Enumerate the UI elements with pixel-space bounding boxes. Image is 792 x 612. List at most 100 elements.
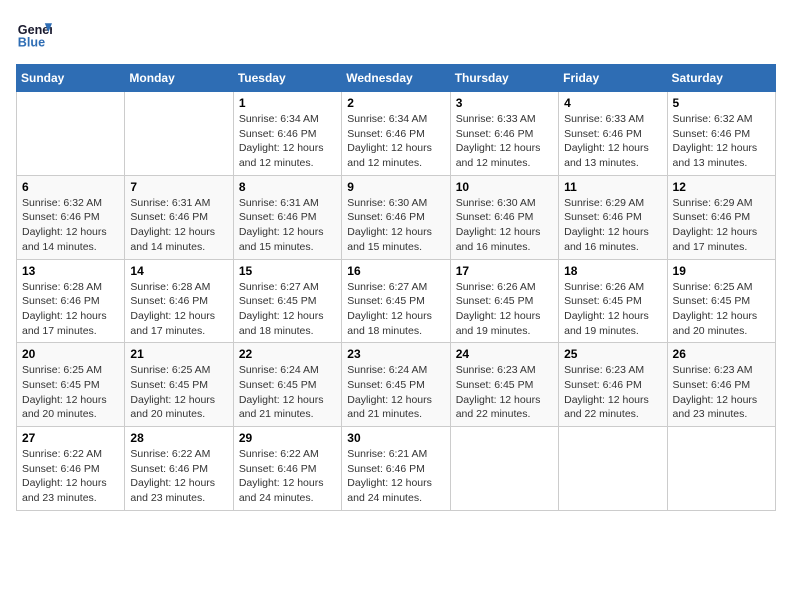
day-number: 22 <box>239 347 336 361</box>
logo: General Blue <box>16 16 52 52</box>
day-number: 25 <box>564 347 661 361</box>
day-number: 19 <box>673 264 770 278</box>
day-number: 6 <box>22 180 119 194</box>
weekday-header: Monday <box>125 65 233 92</box>
calendar-cell: 24 Sunrise: 6:23 AM Sunset: 6:45 PM Dayli… <box>450 343 558 427</box>
day-number: 1 <box>239 96 336 110</box>
calendar-cell: 8 Sunrise: 6:31 AM Sunset: 6:46 PM Daylig… <box>233 175 341 259</box>
day-number: 27 <box>22 431 119 445</box>
calendar-table: SundayMondayTuesdayWednesdayThursdayFrid… <box>16 64 776 511</box>
day-number: 12 <box>673 180 770 194</box>
weekday-header: Thursday <box>450 65 558 92</box>
weekday-header: Saturday <box>667 65 775 92</box>
day-info: Sunrise: 6:25 AM Sunset: 6:45 PM Dayligh… <box>22 363 119 422</box>
calendar-cell: 29 Sunrise: 6:22 AM Sunset: 6:46 PM Dayli… <box>233 427 341 511</box>
day-info: Sunrise: 6:32 AM Sunset: 6:46 PM Dayligh… <box>22 196 119 255</box>
day-number: 29 <box>239 431 336 445</box>
calendar-cell: 3 Sunrise: 6:33 AM Sunset: 6:46 PM Daylig… <box>450 92 558 176</box>
day-info: Sunrise: 6:31 AM Sunset: 6:46 PM Dayligh… <box>239 196 336 255</box>
day-info: Sunrise: 6:29 AM Sunset: 6:46 PM Dayligh… <box>564 196 661 255</box>
calendar-cell: 2 Sunrise: 6:34 AM Sunset: 6:46 PM Daylig… <box>342 92 450 176</box>
calendar-cell: 7Sunrise: 6:31 AM Sunset: 6:46 PM Daylig… <box>125 175 233 259</box>
day-info: Sunrise: 6:28 AM Sunset: 6:46 PM Dayligh… <box>130 280 227 339</box>
day-number: 10 <box>456 180 553 194</box>
day-info: Sunrise: 6:26 AM Sunset: 6:45 PM Dayligh… <box>564 280 661 339</box>
day-number: 13 <box>22 264 119 278</box>
day-info: Sunrise: 6:25 AM Sunset: 6:45 PM Dayligh… <box>673 280 770 339</box>
day-info: Sunrise: 6:21 AM Sunset: 6:46 PM Dayligh… <box>347 447 444 506</box>
day-info: Sunrise: 6:23 AM Sunset: 6:46 PM Dayligh… <box>673 363 770 422</box>
svg-text:Blue: Blue <box>18 36 45 50</box>
calendar-cell: 30 Sunrise: 6:21 AM Sunset: 6:46 PM Dayli… <box>342 427 450 511</box>
calendar-cell: 23 Sunrise: 6:24 AM Sunset: 6:45 PM Dayli… <box>342 343 450 427</box>
day-number: 21 <box>130 347 227 361</box>
calendar-cell: 28 Sunrise: 6:22 AM Sunset: 6:46 PM Dayli… <box>125 427 233 511</box>
day-number: 4 <box>564 96 661 110</box>
day-number: 15 <box>239 264 336 278</box>
day-info: Sunrise: 6:30 AM Sunset: 6:46 PM Dayligh… <box>456 196 553 255</box>
day-number: 3 <box>456 96 553 110</box>
page-header: General Blue <box>16 16 776 52</box>
day-info: Sunrise: 6:32 AM Sunset: 6:46 PM Dayligh… <box>673 112 770 171</box>
logo-icon: General Blue <box>16 16 52 52</box>
calendar-cell: 17 Sunrise: 6:26 AM Sunset: 6:45 PM Dayli… <box>450 259 558 343</box>
day-info: Sunrise: 6:33 AM Sunset: 6:46 PM Dayligh… <box>456 112 553 171</box>
calendar-cell: 4 Sunrise: 6:33 AM Sunset: 6:46 PM Daylig… <box>559 92 667 176</box>
calendar-cell <box>450 427 558 511</box>
day-info: Sunrise: 6:27 AM Sunset: 6:45 PM Dayligh… <box>239 280 336 339</box>
day-info: Sunrise: 6:27 AM Sunset: 6:45 PM Dayligh… <box>347 280 444 339</box>
day-number: 7 <box>130 180 227 194</box>
day-info: Sunrise: 6:30 AM Sunset: 6:46 PM Dayligh… <box>347 196 444 255</box>
day-number: 24 <box>456 347 553 361</box>
day-number: 9 <box>347 180 444 194</box>
weekday-header: Wednesday <box>342 65 450 92</box>
day-info: Sunrise: 6:24 AM Sunset: 6:45 PM Dayligh… <box>239 363 336 422</box>
day-info: Sunrise: 6:23 AM Sunset: 6:45 PM Dayligh… <box>456 363 553 422</box>
calendar-cell: 10 Sunrise: 6:30 AM Sunset: 6:46 PM Dayli… <box>450 175 558 259</box>
calendar-cell: 20 Sunrise: 6:25 AM Sunset: 6:45 PM Dayli… <box>17 343 125 427</box>
day-number: 30 <box>347 431 444 445</box>
day-number: 23 <box>347 347 444 361</box>
day-info: Sunrise: 6:24 AM Sunset: 6:45 PM Dayligh… <box>347 363 444 422</box>
day-info: Sunrise: 6:28 AM Sunset: 6:46 PM Dayligh… <box>22 280 119 339</box>
weekday-header: Friday <box>559 65 667 92</box>
day-number: 2 <box>347 96 444 110</box>
day-info: Sunrise: 6:25 AM Sunset: 6:45 PM Dayligh… <box>130 363 227 422</box>
day-number: 11 <box>564 180 661 194</box>
calendar-cell: 25 Sunrise: 6:23 AM Sunset: 6:46 PM Dayli… <box>559 343 667 427</box>
day-number: 28 <box>130 431 227 445</box>
calendar-cell: 1 Sunrise: 6:34 AM Sunset: 6:46 PM Daylig… <box>233 92 341 176</box>
calendar-cell: 16 Sunrise: 6:27 AM Sunset: 6:45 PM Dayli… <box>342 259 450 343</box>
day-info: Sunrise: 6:23 AM Sunset: 6:46 PM Dayligh… <box>564 363 661 422</box>
day-info: Sunrise: 6:22 AM Sunset: 6:46 PM Dayligh… <box>130 447 227 506</box>
calendar-cell: 21 Sunrise: 6:25 AM Sunset: 6:45 PM Dayli… <box>125 343 233 427</box>
day-number: 5 <box>673 96 770 110</box>
calendar-cell: 9 Sunrise: 6:30 AM Sunset: 6:46 PM Daylig… <box>342 175 450 259</box>
day-info: Sunrise: 6:26 AM Sunset: 6:45 PM Dayligh… <box>456 280 553 339</box>
calendar-cell: 18Sunrise: 6:26 AM Sunset: 6:45 PM Dayli… <box>559 259 667 343</box>
calendar-cell: 11 Sunrise: 6:29 AM Sunset: 6:46 PM Dayli… <box>559 175 667 259</box>
calendar-cell: 14 Sunrise: 6:28 AM Sunset: 6:46 PM Dayli… <box>125 259 233 343</box>
day-number: 17 <box>456 264 553 278</box>
calendar-cell: 6 Sunrise: 6:32 AM Sunset: 6:46 PM Daylig… <box>17 175 125 259</box>
day-number: 26 <box>673 347 770 361</box>
day-info: Sunrise: 6:22 AM Sunset: 6:46 PM Dayligh… <box>239 447 336 506</box>
day-info: Sunrise: 6:33 AM Sunset: 6:46 PM Dayligh… <box>564 112 661 171</box>
calendar-cell: 15 Sunrise: 6:27 AM Sunset: 6:45 PM Dayli… <box>233 259 341 343</box>
calendar-cell <box>559 427 667 511</box>
calendar-cell <box>125 92 233 176</box>
day-number: 14 <box>130 264 227 278</box>
calendar-cell: 27 Sunrise: 6:22 AM Sunset: 6:46 PM Dayli… <box>17 427 125 511</box>
day-number: 16 <box>347 264 444 278</box>
calendar-cell: 19 Sunrise: 6:25 AM Sunset: 6:45 PM Dayli… <box>667 259 775 343</box>
weekday-header: Sunday <box>17 65 125 92</box>
weekday-header: Tuesday <box>233 65 341 92</box>
calendar-cell: 13 Sunrise: 6:28 AM Sunset: 6:46 PM Dayli… <box>17 259 125 343</box>
calendar-cell: 5 Sunrise: 6:32 AM Sunset: 6:46 PM Daylig… <box>667 92 775 176</box>
day-number: 20 <box>22 347 119 361</box>
day-info: Sunrise: 6:34 AM Sunset: 6:46 PM Dayligh… <box>239 112 336 171</box>
day-number: 8 <box>239 180 336 194</box>
day-info: Sunrise: 6:22 AM Sunset: 6:46 PM Dayligh… <box>22 447 119 506</box>
day-info: Sunrise: 6:34 AM Sunset: 6:46 PM Dayligh… <box>347 112 444 171</box>
calendar-cell: 22 Sunrise: 6:24 AM Sunset: 6:45 PM Dayli… <box>233 343 341 427</box>
